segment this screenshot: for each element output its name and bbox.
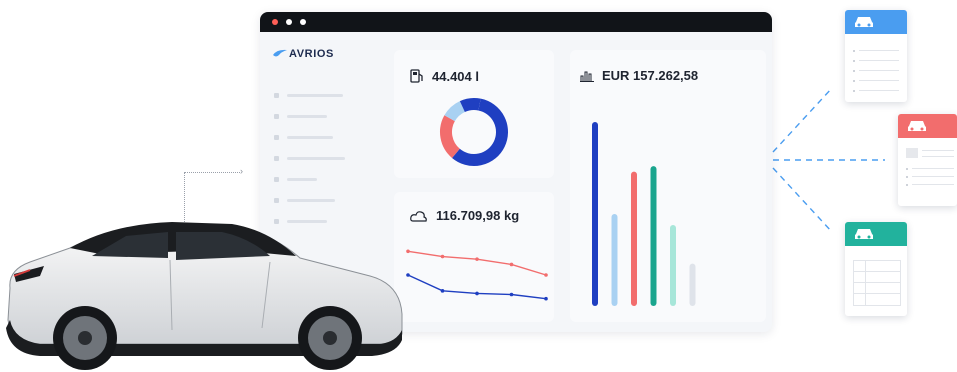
fuel-pump-icon xyxy=(410,69,423,83)
sidebar-item[interactable] xyxy=(274,155,345,161)
co2-line-chart xyxy=(406,249,548,301)
line-point xyxy=(475,257,479,261)
document-header xyxy=(898,114,957,138)
donut-slice xyxy=(444,101,466,122)
fuel-metric: 44.404 l xyxy=(410,68,479,84)
car-icon xyxy=(855,17,873,27)
logo-text: AVRIOS xyxy=(289,48,334,60)
avrios-logo: AVRIOS xyxy=(273,48,334,60)
co2-cloud-icon xyxy=(410,210,427,222)
document-card[interactable] xyxy=(898,114,957,206)
document-card[interactable] xyxy=(845,10,907,102)
sidebar-item[interactable] xyxy=(274,134,333,140)
window-close-dot[interactable] xyxy=(272,19,278,25)
document-card[interactable] xyxy=(845,222,907,316)
donut-slice xyxy=(440,115,461,158)
bar xyxy=(670,225,676,306)
car-connector-line xyxy=(184,172,240,173)
car-icon xyxy=(908,121,926,131)
fuel-card[interactable]: 44.404 l xyxy=(394,50,554,178)
window-dot[interactable] xyxy=(300,19,306,25)
line-point xyxy=(440,289,445,293)
line-point xyxy=(475,291,479,296)
sidebar-item[interactable] xyxy=(274,92,343,98)
sidebar-item[interactable] xyxy=(274,113,327,119)
car-illustration xyxy=(6,222,403,370)
cost-value: EUR 157.262,58 xyxy=(602,68,699,83)
chevron-right-icon: › xyxy=(240,166,243,176)
bar xyxy=(650,166,657,306)
window-titlebar xyxy=(260,12,772,32)
cost-bar-chart xyxy=(592,122,696,306)
line-point xyxy=(509,292,514,297)
line-point xyxy=(509,262,514,267)
co2-card[interactable]: 116.709,98 kg xyxy=(394,192,554,322)
bar xyxy=(689,263,696,306)
line-series xyxy=(407,250,547,276)
cost-card[interactable]: EUR 157.262,58 xyxy=(570,50,766,322)
document-header xyxy=(845,10,907,34)
fuel-donut-chart xyxy=(440,98,508,166)
line-point xyxy=(544,273,548,277)
bar-chart-icon xyxy=(580,71,594,82)
avrios-bird-icon xyxy=(273,49,287,57)
line-point xyxy=(544,296,548,301)
fuel-value: 44.404 l xyxy=(432,68,479,84)
sidebar-item[interactable] xyxy=(274,176,317,182)
donut-slice xyxy=(459,98,481,113)
bar xyxy=(592,122,598,306)
document-header xyxy=(845,222,907,246)
window-dot[interactable] xyxy=(286,19,292,25)
co2-value: 116.709,98 kg xyxy=(436,208,520,223)
sidebar-item[interactable] xyxy=(274,197,335,203)
cost-metric: EUR 157.262,58 xyxy=(580,68,698,83)
co2-metric: 116.709,98 kg xyxy=(410,208,519,223)
line-point xyxy=(440,254,445,259)
car-icon xyxy=(855,229,873,239)
bar xyxy=(631,171,637,306)
bar xyxy=(611,214,618,306)
